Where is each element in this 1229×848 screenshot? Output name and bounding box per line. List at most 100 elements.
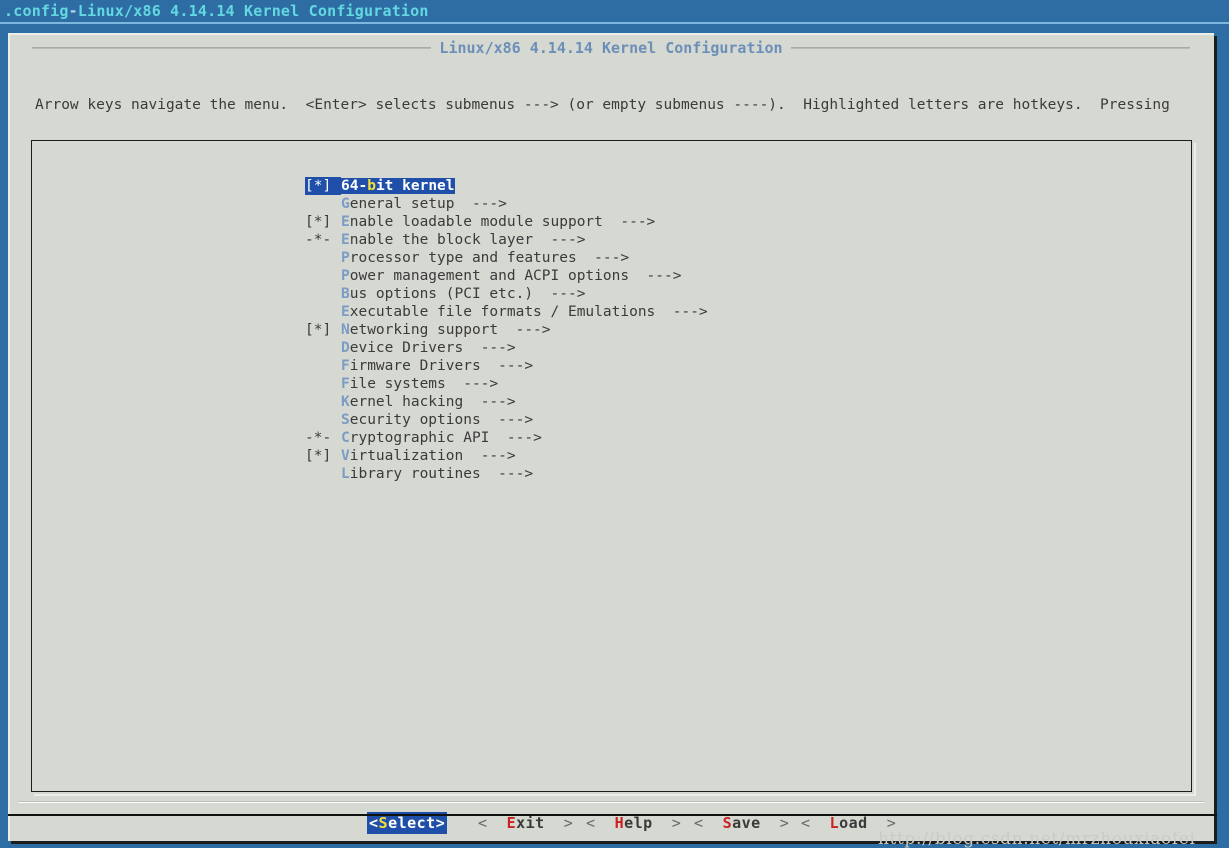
menu-item-label: eneral setup bbox=[349, 196, 455, 212]
menu-item-hotkey: D bbox=[341, 340, 350, 356]
menu-item[interactable]: File systems ---> bbox=[305, 375, 945, 393]
title-separator: - bbox=[68, 2, 78, 20]
button-bracket-open: < bbox=[478, 814, 507, 832]
menu-item-label: ile systems bbox=[349, 376, 446, 392]
menu-item-label-wrap: Networking support bbox=[341, 322, 498, 338]
submenu-arrow-icon: ---> bbox=[533, 286, 586, 302]
menu-item-mark bbox=[305, 411, 341, 429]
menu-item-hotkey: B bbox=[341, 286, 350, 302]
menu-item-label-wrap: Executable file formats / Emulations bbox=[341, 304, 655, 320]
submenu-arrow-icon: ---> bbox=[602, 214, 656, 230]
menu-item[interactable]: [*] 64-bit kernel bbox=[305, 177, 945, 195]
button-hotkey: S bbox=[722, 814, 733, 832]
submenu-arrow-icon: ---> bbox=[498, 322, 551, 338]
kernel-config-screen: .config-Linux/x86 4.14.14 Kernel Configu… bbox=[0, 0, 1229, 848]
button-bracket-open: < bbox=[801, 814, 830, 832]
menu-item-mark: [*] bbox=[305, 322, 332, 338]
menu-item[interactable]: Bus options (PCI etc.) ---> bbox=[305, 285, 945, 303]
menu-list-box: [*] 64-bit kernel General setup ---> [*] En… bbox=[31, 140, 1192, 792]
menu-item[interactable]: Device Drivers ---> bbox=[305, 339, 945, 357]
submenu-arrow-icon: ---> bbox=[463, 340, 516, 356]
menu-item-label: xecutable file formats / Emulations bbox=[349, 304, 656, 320]
button-bracket-close: > bbox=[760, 814, 790, 832]
menu-item-mark: -*- bbox=[305, 232, 332, 248]
menu-item-label-wrap: Processor type and features bbox=[341, 250, 577, 266]
help-line-1: Arrow keys navigate the menu. <Enter> se… bbox=[35, 97, 1170, 113]
menu-item-label-wrap: Library routines bbox=[341, 466, 481, 482]
menu-item-mark bbox=[305, 393, 341, 411]
menu-item[interactable]: Power management and ACPI options ---> bbox=[305, 267, 945, 285]
menu-item[interactable]: Kernel hacking ---> bbox=[305, 393, 945, 411]
menu-item-hotkey: E bbox=[341, 304, 350, 320]
menu-item-label: us options (PCI etc.) bbox=[349, 286, 534, 302]
outer-blue-frame: Linux/x86 4.14.14 Kernel Configuration A… bbox=[0, 24, 1229, 848]
menu-item-hotkey: F bbox=[341, 376, 350, 392]
menu-item-label: irtualization bbox=[349, 448, 464, 464]
menu-item[interactable]: [*] Networking support ---> bbox=[305, 321, 945, 339]
button-hotkey: H bbox=[614, 814, 625, 832]
menu-item[interactable]: -*- Cryptographic API ---> bbox=[305, 429, 945, 447]
menu-item-label-wrap: Virtualization bbox=[341, 448, 463, 464]
button-bracket-open: < bbox=[369, 814, 379, 832]
menu-item-mark: [*] bbox=[305, 214, 332, 230]
button-label: ave bbox=[732, 814, 761, 832]
menu-item[interactable]: Security options ---> bbox=[305, 411, 945, 429]
menu-item-hotkey: P bbox=[341, 268, 350, 284]
watermark-text: http://blog.csdn.net/mrzhouxiaofei bbox=[878, 829, 1196, 848]
button-bracket-close: > bbox=[652, 814, 682, 832]
menu-item-mark bbox=[305, 249, 341, 267]
title-config-name: .config bbox=[4, 2, 69, 20]
menu-item-label-wrap: General setup bbox=[341, 196, 455, 212]
menu-item-hotkey: P bbox=[341, 250, 350, 266]
menu-item-label: ower management and ACPI options bbox=[349, 268, 630, 284]
menu-item[interactable]: Processor type and features ---> bbox=[305, 249, 945, 267]
menu-item[interactable]: -*- Enable the block layer ---> bbox=[305, 231, 945, 249]
button-label: xit bbox=[516, 814, 545, 832]
menu-item[interactable]: [*] Virtualization ---> bbox=[305, 447, 945, 465]
terminal-title-bar: .config-Linux/x86 4.14.14 Kernel Configu… bbox=[0, 0, 1229, 22]
submenu-arrow-icon: ---> bbox=[489, 430, 542, 446]
menu-item-label-wrap: Power management and ACPI options bbox=[341, 268, 629, 284]
button-hotkey: S bbox=[378, 814, 389, 832]
menu-item-label: etworking support bbox=[349, 322, 499, 338]
menu-item-mark bbox=[305, 267, 341, 285]
menu-item-label-wrap: Bus options (PCI etc.) bbox=[341, 286, 533, 302]
menu-item-label-wrap: Device Drivers bbox=[341, 340, 463, 356]
title-kernel-version: Linux/x86 4.14.14 Kernel Configuration bbox=[77, 2, 429, 20]
menu-item-label: ibrary routines bbox=[349, 466, 481, 482]
button-bracket-close: > bbox=[544, 814, 574, 832]
submenu-arrow-icon: ---> bbox=[576, 250, 630, 266]
menu-item-label-wrap: Security options bbox=[341, 412, 481, 428]
submenu-arrow-icon: ---> bbox=[463, 448, 516, 464]
button-hotkey: L bbox=[829, 814, 840, 832]
button-bracket-close: > bbox=[435, 814, 446, 832]
menu-item-label-prefix: 64- bbox=[341, 178, 368, 194]
menu-item[interactable]: Executable file formats / Emulations ---… bbox=[305, 303, 945, 321]
menu-item-hotkey: K bbox=[341, 394, 350, 410]
submenu-arrow-icon: ---> bbox=[655, 304, 708, 320]
menu-item-mark: [*] bbox=[305, 177, 341, 195]
menu-item-mark bbox=[305, 375, 341, 393]
submenu-arrow-icon: ---> bbox=[480, 358, 534, 374]
menu-item-label-wrap: Enable the block layer bbox=[341, 232, 533, 248]
menu-item-hotkey: S bbox=[341, 412, 350, 428]
dialog-title-row: Linux/x86 4.14.14 Kernel Configuration bbox=[8, 38, 1214, 58]
menu-item-label: irmware Drivers bbox=[349, 358, 481, 374]
menu-item[interactable]: General setup ---> bbox=[305, 195, 945, 213]
menu-item[interactable]: Library routines ---> bbox=[305, 465, 945, 483]
menu-item-label-wrap: Kernel hacking bbox=[341, 394, 463, 410]
menu-item-hotkey: E bbox=[341, 232, 350, 248]
menu-list: [*] 64-bit kernel General setup ---> [*] En… bbox=[305, 177, 945, 483]
menu-item-label-wrap: Cryptographic API bbox=[341, 430, 489, 446]
button-bracket-open: < bbox=[694, 814, 723, 832]
submenu-arrow-icon: ---> bbox=[445, 376, 499, 392]
menu-item-mark: -*- bbox=[305, 430, 332, 446]
button-label: elp bbox=[624, 814, 653, 832]
menu-item[interactable]: Firmware Drivers ---> bbox=[305, 357, 945, 375]
button-hotkey: E bbox=[506, 814, 517, 832]
submenu-arrow-icon: ---> bbox=[463, 394, 516, 410]
menu-item-hotkey: F bbox=[341, 358, 350, 374]
menu-item-label: ernel hacking bbox=[349, 394, 464, 410]
button-label: elect bbox=[388, 814, 436, 832]
menu-item[interactable]: [*] Enable loadable module support ---> bbox=[305, 213, 945, 231]
